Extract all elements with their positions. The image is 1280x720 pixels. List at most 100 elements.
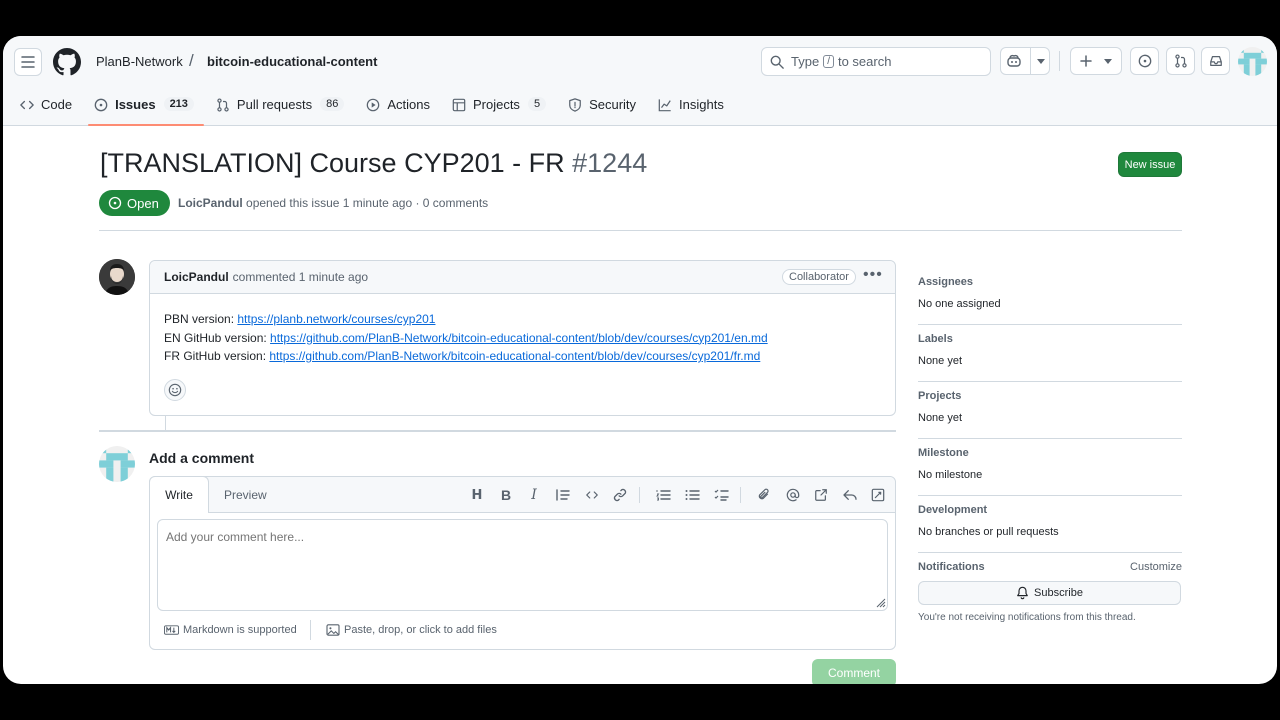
sidebar-value: No branches or pull requests (918, 526, 1059, 538)
toolbar-divider (639, 487, 640, 503)
subscribe-button[interactable]: Subscribe (918, 581, 1181, 605)
comment-submit-button[interactable]: Comment (812, 659, 896, 684)
new-issue-button[interactable]: New issue (1118, 152, 1182, 177)
toolbar-divider (740, 487, 741, 503)
comment-link[interactable]: https://github.com/PlanB-Network/bitcoin… (270, 331, 768, 345)
github-logo-icon[interactable] (53, 48, 81, 76)
breadcrumb-repo[interactable]: bitcoin-educational-content (207, 54, 377, 69)
link-icon[interactable] (611, 486, 629, 504)
footer-divider (310, 620, 311, 640)
sidebar-projects[interactable]: Projects None yet (918, 382, 1182, 439)
fullscreen-edit-icon[interactable] (869, 486, 887, 504)
comment-body: PBN version: https://planb.network/cours… (150, 294, 895, 366)
task-list-icon[interactable] (712, 486, 730, 504)
markdown-supported-link[interactable]: Markdown is supported (164, 624, 297, 636)
italic-icon[interactable]: I (525, 486, 543, 504)
tab-label: Actions (387, 97, 430, 112)
sidebar-labels[interactable]: Labels None yet (918, 325, 1182, 382)
sidebar-label: Development (918, 504, 988, 516)
identicon-avatar-icon (99, 446, 135, 482)
bold-icon[interactable]: B (497, 486, 515, 504)
tab-label: Pull requests (236, 97, 313, 112)
customize-link[interactable]: Customize (1130, 561, 1182, 573)
comment-header: LoicPandul commented 1 minute ago Collab… (150, 261, 895, 294)
tab-counter: 213 (163, 97, 194, 111)
hamburger-icon (21, 56, 35, 68)
chevron-down-icon (1104, 58, 1112, 64)
sidebar-value: No one assigned (918, 298, 1001, 310)
line-label: PBN version: (164, 312, 238, 326)
reply-icon[interactable] (841, 486, 859, 504)
paperclip-icon[interactable] (755, 486, 773, 504)
comment-author-link[interactable]: LoicPandul (164, 270, 229, 284)
mention-icon[interactable] (784, 486, 802, 504)
plus-icon (1080, 55, 1092, 67)
add-comment-heading: Add a comment (149, 450, 255, 466)
issue-title: [TRANSLATION] Course CYP201 - FR #1244 (100, 148, 647, 179)
person-photo-icon (99, 259, 135, 295)
resize-handle-icon[interactable] (876, 598, 886, 608)
menu-button[interactable] (14, 48, 42, 76)
git-pull-request-icon (1174, 54, 1187, 68)
line-label: FR GitHub version: (164, 349, 270, 363)
sidebar-notifications: Notifications Customize Subscribe You're… (918, 553, 1182, 637)
editor-toolbar: Write Preview H B I (149, 476, 895, 513)
comment-link[interactable]: https://planb.network/courses/cyp201 (237, 312, 435, 326)
unordered-list-icon[interactable] (683, 486, 701, 504)
add-files-button[interactable]: Paste, drop, or click to add files (326, 624, 497, 636)
comment-textarea[interactable] (157, 519, 888, 611)
search-icon (770, 55, 784, 69)
tab-preview[interactable]: Preview (224, 488, 267, 502)
create-new-button[interactable] (1070, 47, 1122, 75)
breadcrumb-owner[interactable]: PlanB-Network (96, 54, 183, 69)
timeline-divider (99, 430, 896, 432)
tab-label: Issues (115, 97, 156, 112)
search-input[interactable]: Type / to search (761, 47, 991, 76)
quote-icon[interactable] (554, 486, 572, 504)
your-issues-button[interactable] (1130, 47, 1159, 75)
browser-viewport: PlanB-Network / bitcoin-educational-cont… (3, 36, 1277, 684)
current-user-avatar (99, 446, 135, 482)
tab-pull-requests[interactable]: Pull requests 86 (216, 94, 354, 126)
breadcrumb-separator: / (189, 51, 194, 70)
role-badge: Collaborator (782, 269, 856, 285)
table-icon (452, 98, 466, 112)
issue-author-link[interactable]: LoicPandul (178, 196, 243, 210)
inbox-button[interactable] (1201, 47, 1230, 75)
comment-author-avatar[interactable] (99, 259, 135, 295)
tab-actions[interactable]: Actions (366, 94, 440, 126)
sidebar-milestone[interactable]: Milestone No milestone (918, 439, 1182, 496)
kebab-menu-icon[interactable]: ••• (863, 266, 883, 284)
git-pull-request-icon (217, 98, 229, 112)
tab-issues[interactable]: Issues 213 (88, 94, 204, 126)
search-prefix: Type (791, 54, 820, 69)
tab-security[interactable]: Security (568, 94, 646, 126)
comment-timestamp[interactable]: commented 1 minute ago (233, 270, 368, 284)
timeline-line (165, 416, 166, 430)
tab-write[interactable]: Write (149, 476, 209, 513)
tab-code[interactable]: Code (20, 94, 82, 126)
issue-state-label: Open (127, 195, 159, 211)
tab-projects[interactable]: Projects 5 (452, 94, 556, 126)
ordered-list-icon[interactable] (654, 486, 672, 504)
copilot-icon (1006, 54, 1021, 67)
toolbar-divider (1059, 51, 1060, 71)
tab-label: Code (41, 97, 73, 112)
comment-link[interactable]: https://github.com/PlanB-Network/bitcoin… (269, 349, 760, 363)
sidebar-assignees[interactable]: Assignees No one assigned (918, 268, 1182, 325)
your-pull-requests-button[interactable] (1166, 47, 1195, 75)
play-icon (367, 98, 380, 112)
heading-icon[interactable]: H (468, 486, 486, 504)
tab-insights[interactable]: Insights (658, 94, 734, 126)
comment-line: FR GitHub version: https://github.com/Pl… (164, 347, 881, 366)
copilot-button[interactable] (1000, 47, 1050, 75)
issue-meta-text: opened this issue 1 minute ago · 0 comme… (246, 196, 489, 210)
sidebar-development[interactable]: Development No branches or pull requests (918, 496, 1182, 553)
notification-note: You're not receiving notifications from … (918, 612, 1136, 623)
cross-reference-icon[interactable] (812, 486, 830, 504)
user-avatar[interactable] (1238, 47, 1267, 76)
chevron-down-icon (1036, 58, 1045, 64)
add-reaction-button[interactable] (164, 379, 186, 401)
code-icon[interactable] (583, 486, 601, 504)
tab-counter: 86 (320, 97, 345, 111)
